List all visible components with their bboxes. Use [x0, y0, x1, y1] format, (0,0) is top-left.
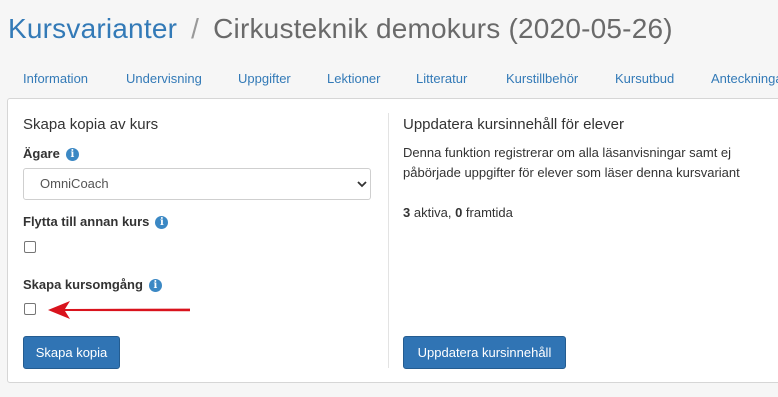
active-label: aktiva,	[413, 205, 452, 220]
info-icon[interactable]: i	[65, 148, 79, 161]
content-panel: Skapa kopia av kurs Ägare i OmniCoach Fly…	[7, 98, 778, 383]
create-session-checkbox[interactable]	[24, 303, 36, 315]
future-label: framtida	[465, 205, 513, 220]
breadcrumb-kursvarianter-link[interactable]: Kursvarianter	[8, 13, 177, 44]
create-session-label: Skapa kursomgång i	[23, 277, 162, 292]
tab-litteratur[interactable]: Litteratur	[416, 71, 467, 86]
breadcrumb-separator: /	[191, 13, 200, 44]
tab-kursutbud[interactable]: Kursutbud	[615, 71, 674, 86]
tab-uppgifter[interactable]: Uppgifter	[238, 71, 291, 86]
chevron-down-icon	[357, 181, 367, 188]
tab-anteckningar[interactable]: Anteckninga	[711, 71, 778, 86]
create-session-label-text: Skapa kursomgång	[23, 277, 143, 292]
owner-select[interactable]: OmniCoach	[23, 168, 371, 200]
create-copy-button[interactable]: Skapa kopia	[23, 336, 120, 369]
active-count: 3	[403, 205, 411, 220]
update-content-button[interactable]: Uppdatera kursinnehåll	[403, 336, 566, 369]
tab-lektioner[interactable]: Lektioner	[327, 71, 380, 86]
copy-section-title: Skapa kopia av kurs	[23, 116, 159, 133]
owner-label-text: Ägare	[23, 146, 60, 161]
tab-bar: Information Undervisning Uppgifter Lekti…	[0, 62, 778, 96]
future-count: 0	[455, 205, 463, 220]
update-description: Denna funktion registrerar om alla läsan…	[403, 145, 740, 180]
info-icon[interactable]: i	[148, 279, 162, 292]
tab-undervisning[interactable]: Undervisning	[126, 71, 202, 86]
tab-kurstillbehor[interactable]: Kurstillbehör	[506, 71, 578, 86]
info-icon[interactable]: i	[155, 216, 169, 229]
owner-select-value: OmniCoach	[40, 176, 109, 191]
student-counts: 3 aktiva, 0 framtida	[403, 205, 513, 220]
page-heading: Kursvarianter / Cirkusteknik demokurs (202…	[8, 13, 673, 45]
move-course-checkbox[interactable]	[24, 241, 36, 253]
owner-label: Ägare i	[23, 146, 79, 161]
update-section-title: Uppdatera kursinnehåll för elever	[403, 116, 624, 133]
move-course-label: Flytta till annan kurs i	[23, 214, 169, 229]
page-title: Cirkusteknik demokurs (2020-05-26)	[213, 13, 673, 44]
tab-information[interactable]: Information	[23, 71, 88, 86]
column-divider	[388, 113, 389, 368]
move-course-label-text: Flytta till annan kurs	[23, 214, 150, 229]
red-arrow-annotation	[48, 301, 190, 319]
